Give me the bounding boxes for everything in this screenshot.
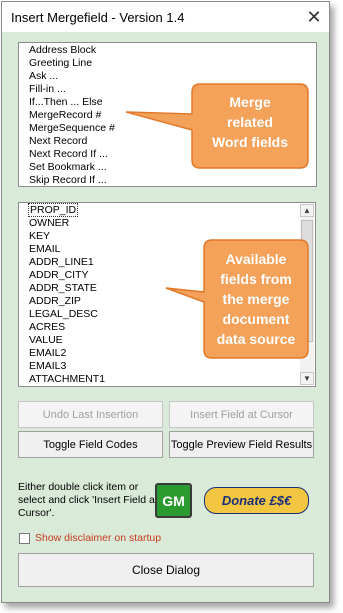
help-text: Either double click item or select and c…	[18, 481, 158, 519]
callout-merge-line2: related	[227, 114, 273, 130]
toggle-preview-results-button[interactable]: Toggle Preview Field Results	[169, 431, 314, 458]
callout-data-line2: fields from	[220, 271, 292, 287]
word-field-item-label: Fill-in ...	[29, 83, 66, 95]
callout-merge-line3: Word fields	[212, 134, 288, 150]
word-field-item-label: Next Record If ...	[29, 148, 108, 160]
word-field-item-label: MergeRecord #	[29, 109, 102, 121]
word-field-item[interactable]: Skip Record If ...	[29, 174, 316, 187]
data-field-item-label: KEY	[29, 230, 51, 242]
word-field-item[interactable]: Address Block	[29, 44, 316, 57]
word-field-item-label: Set Bookmark ...	[29, 161, 107, 173]
undo-last-insertion-button[interactable]: Undo Last Insertion	[18, 401, 163, 428]
data-field-item-label: ADDR_LINE1	[29, 256, 94, 268]
word-field-item-label: Next Record	[29, 135, 88, 147]
word-field-item-label: MergeSequence #	[29, 122, 115, 134]
data-field-item[interactable]: ATTACHMENT1	[29, 373, 315, 386]
word-field-item[interactable]: Greeting Line	[29, 57, 316, 70]
data-field-item-label: ADDR_STATE	[29, 282, 97, 294]
callout-merge-line1: Merge	[229, 94, 270, 110]
data-field-item[interactable]: PROP_ID	[27, 203, 315, 217]
word-field-item-label: Address Block	[29, 44, 97, 56]
title-bar: Insert Mergefield - Version 1.4 ✕	[2, 2, 329, 32]
data-field-item-label: ATTACHMENT1	[29, 373, 106, 385]
disclaimer-label[interactable]: Show disclaimer on startup	[35, 532, 161, 544]
disclaimer-row: Show disclaimer on startup	[19, 532, 161, 544]
toggle-field-codes-button[interactable]: Toggle Field Codes	[18, 431, 163, 458]
scroll-up-arrow-icon[interactable]: ▲	[300, 204, 314, 217]
word-field-item-label: If...Then ... Else	[29, 96, 103, 108]
gm-logo-button[interactable]: GM	[155, 483, 192, 518]
data-field-item-label: VALUE	[29, 334, 63, 346]
word-field-item-label: Greeting Line	[29, 57, 93, 69]
data-field-item-label: ADDR_CITY	[29, 269, 89, 281]
callout-data-line1: Available	[226, 251, 287, 267]
data-field-item-label: PROP_ID	[27, 203, 79, 217]
insert-mergefield-dialog: Insert Mergefield - Version 1.4 ✕ Addres…	[1, 1, 330, 603]
data-field-item-label: EMAIL	[29, 243, 61, 255]
data-field-item-label: ACRES	[29, 321, 66, 333]
data-field-item-label: ADDR_ZIP	[29, 295, 81, 307]
data-field-item-label: EMAIL3	[29, 360, 67, 372]
close-icon[interactable]: ✕	[299, 2, 329, 32]
data-field-item-label: OWNER	[29, 217, 70, 229]
word-field-item-label: Skip Record If ...	[29, 174, 107, 186]
callout-data-source: Available fields from the merge document…	[165, 239, 309, 359]
word-field-item-label: Ask ...	[29, 70, 59, 82]
insert-field-at-cursor-button[interactable]: Insert Field at Cursor	[169, 401, 314, 428]
data-field-item[interactable]: OWNER	[29, 217, 315, 230]
data-field-item-label: EMAIL2	[29, 347, 67, 359]
callout-data-line3: the merge	[223, 291, 290, 307]
window-title: Insert Mergefield - Version 1.4	[11, 9, 185, 25]
close-dialog-button[interactable]: Close Dialog	[18, 553, 314, 587]
callout-data-line5: data source	[217, 331, 296, 347]
disclaimer-checkbox[interactable]	[19, 532, 30, 544]
donate-button[interactable]: Donate £$€	[204, 487, 309, 514]
data-field-item-label: LEGAL_DESC	[29, 308, 98, 320]
callout-merge-fields: Merge related Word fields	[125, 83, 309, 169]
scroll-down-arrow-icon[interactable]: ▼	[300, 372, 314, 385]
callout-data-line4: document	[223, 311, 290, 327]
